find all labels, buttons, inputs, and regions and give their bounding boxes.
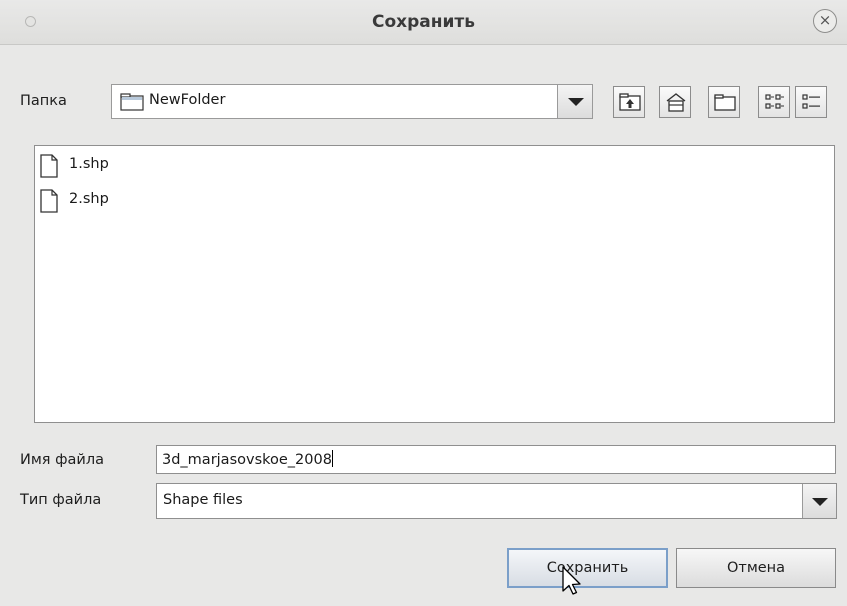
folder-dropdown-arrow[interactable]: [557, 85, 592, 118]
folder-name: NewFolder: [149, 92, 226, 108]
filename-input[interactable]: 3d_marjasovskoe_2008: [156, 445, 836, 474]
home-icon: [666, 93, 686, 112]
file-icon: [40, 189, 58, 213]
folder-icon: [120, 93, 144, 111]
filetype-dropdown-arrow[interactable]: [802, 484, 836, 518]
file-name: 1.shp: [69, 156, 109, 172]
up-one-level-icon: [619, 93, 641, 111]
cancel-button[interactable]: Отмена: [676, 548, 836, 588]
filename-label: Имя файла: [20, 452, 104, 468]
text-caret: [331, 450, 333, 467]
folder-combo[interactable]: NewFolder: [111, 84, 593, 119]
list-view-icon: [765, 94, 784, 109]
close-button[interactable]: ×: [813, 9, 837, 33]
home-button[interactable]: [659, 86, 691, 118]
folder-label: Папка: [20, 93, 67, 109]
save-button[interactable]: Сохранить: [507, 548, 668, 588]
filename-value: 3d_marjasovskoe_2008: [162, 452, 332, 468]
filetype-value: Shape files: [163, 492, 243, 508]
up-one-level-button[interactable]: [613, 86, 645, 118]
filetype-combo[interactable]: Shape files: [156, 483, 837, 519]
new-folder-button[interactable]: [708, 86, 740, 118]
window-title: Сохранить: [371, 12, 476, 32]
file-icon: [40, 154, 58, 178]
title-bar: Сохранить ×: [0, 0, 847, 45]
mouse-pointer-icon: [562, 566, 581, 595]
new-folder-icon: [714, 94, 736, 111]
list-view-button[interactable]: [758, 86, 790, 118]
file-name: 2.shp: [69, 191, 109, 207]
file-list[interactable]: 1.shp 2.shp: [34, 145, 835, 423]
filetype-label: Тип файла: [20, 492, 102, 508]
details-view-button[interactable]: [795, 86, 827, 118]
details-view-icon: [802, 94, 820, 109]
